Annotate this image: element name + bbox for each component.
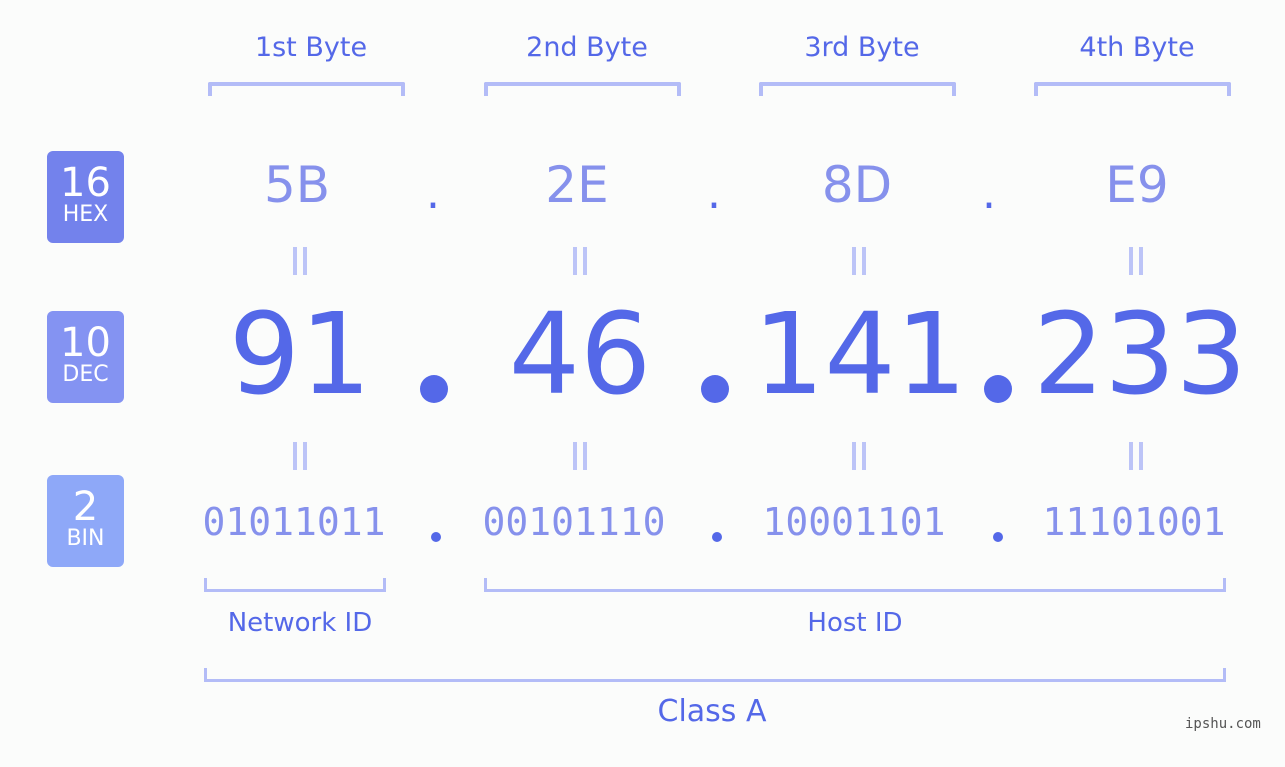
dec-badge: 10 DEC [47,311,124,403]
bin-badge-number: 2 [72,484,99,530]
byte-header-1: 1st Byte [254,32,368,63]
equals-icon [1129,442,1143,470]
bin-badge: 2 BIN [47,475,124,567]
hex-byte-1: 5B [263,156,331,214]
byte-header-3: 3rd Byte [804,32,920,63]
hex-byte-3: 8D [821,156,893,214]
byte-header-4: 4th Byte [1079,32,1195,63]
hex-badge-label: HEX [62,202,109,227]
hex-separator-1: . [426,168,440,219]
dec-separator-2 [701,375,729,403]
byte-bracket-1 [208,82,405,96]
hex-byte-4: E9 [1105,156,1169,214]
equals-icon [1129,247,1143,275]
bin-byte-3: 10001101 [762,500,946,544]
dec-badge-label: DEC [62,362,109,387]
byte-bracket-3 [759,82,956,96]
equals-icon [293,442,307,470]
dec-byte-1: 91 [228,290,372,420]
hex-separator-3: . [982,168,996,219]
byte-bracket-2 [484,82,681,96]
bin-byte-1: 01011011 [202,500,386,544]
hex-badge-number: 16 [60,160,111,206]
equals-icon [852,442,866,470]
equals-icon [852,247,866,275]
equals-icon [573,247,587,275]
bin-separator-1 [431,532,441,542]
network-id-label: Network ID [227,608,373,638]
network-id-bracket [204,578,386,592]
dec-separator-3 [984,375,1012,403]
watermark: ipshu.com [1185,716,1261,732]
equals-icon [293,247,307,275]
dec-byte-3: 141 [753,290,967,420]
host-id-label: Host ID [807,608,903,638]
dec-badge-number: 10 [60,320,111,366]
bin-badge-label: BIN [66,526,105,551]
hex-separator-2: . [707,168,721,219]
class-bracket [204,668,1226,682]
bin-separator-2 [712,532,722,542]
byte-header-2: 2nd Byte [526,32,648,63]
class-label: Class A [657,694,767,729]
byte-bracket-4 [1034,82,1231,96]
equals-icon [573,442,587,470]
dec-byte-4: 233 [1033,290,1247,420]
host-id-bracket [484,578,1226,592]
bin-separator-3 [993,532,1003,542]
hex-byte-2: 2E [545,156,609,214]
dec-separator-1 [420,375,448,403]
hex-badge: 16 HEX [47,151,124,243]
bin-byte-4: 11101001 [1042,500,1226,544]
dec-byte-2: 46 [508,290,652,420]
bin-byte-2: 00101110 [482,500,666,544]
